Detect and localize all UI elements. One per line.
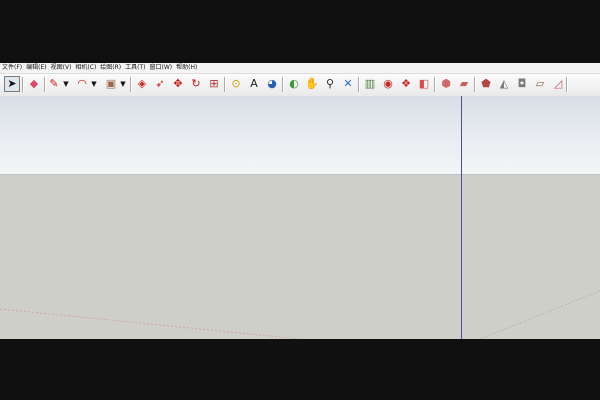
rotate-tool-icon: ↻: [191, 77, 201, 90]
eraser-tool-icon: ◆: [29, 77, 39, 90]
front-view-button[interactable]: ⬟: [478, 76, 494, 92]
left-view-button[interactable]: ▱: [532, 76, 548, 92]
sketchup-window: 文件(F) 编辑(E) 视图(V) 相机(C) 绘图(R) 工具(T) 窗口(W…: [0, 63, 600, 339]
menu-bar: 文件(F) 编辑(E) 视图(V) 相机(C) 绘图(R) 工具(T) 窗口(W…: [0, 63, 600, 73]
front-view-icon: ⬟: [481, 77, 491, 90]
orbit-tool-button[interactable]: ◐: [286, 76, 302, 92]
rectangle-tool-button[interactable]: ▣: [103, 76, 119, 92]
arc-tool-icon: ◠: [77, 77, 87, 90]
paint-bucket-icon: ◕: [267, 77, 277, 90]
arc-tool-button[interactable]: ◠: [74, 76, 90, 92]
zoom-tool-icon: ⚲: [325, 77, 335, 90]
menu-window[interactable]: 窗口(W): [148, 63, 175, 73]
green-axis-dotted: [479, 290, 600, 339]
select-tool-icon: ➤: [7, 77, 17, 90]
toolbar-separator: [224, 77, 226, 92]
toolbar-separator: [474, 77, 476, 92]
tape-measure-icon: ⊙: [231, 77, 241, 90]
share-model-icon: ◧: [418, 77, 430, 90]
toolbar-separator: [130, 77, 132, 92]
pan-tool-icon: ✋: [305, 77, 319, 90]
3d-warehouse-button[interactable]: ❖: [398, 76, 414, 92]
tape-measure-button[interactable]: ⊙: [228, 76, 244, 92]
scale-tool-icon: ⊞: [209, 77, 219, 90]
materials-icon: ◉: [383, 77, 393, 90]
main-toolbar: ➤ ◆ ✎ ▼ ◠ ▼ ▣ ▼ ◈ ➶ ✥ ↻ ⊞ ⊙ A ◕ ◐ ✋ ⚲ ✕ …: [0, 73, 600, 97]
pan-tool-button[interactable]: ✋: [304, 76, 320, 92]
toolbar-separator: [282, 77, 284, 92]
move-tool-button[interactable]: ✥: [170, 76, 186, 92]
pencil-tool-button[interactable]: ✎: [46, 76, 62, 92]
materials-button[interactable]: ◉: [380, 76, 396, 92]
menu-draw[interactable]: 绘图(R): [98, 63, 123, 73]
menu-file[interactable]: 文件(F): [0, 63, 24, 73]
menu-tools[interactable]: 工具(T): [123, 63, 147, 73]
menu-help[interactable]: 帮助(H): [174, 63, 199, 73]
menu-view[interactable]: 视图(V): [49, 63, 74, 73]
red-axis-dotted: [0, 308, 301, 339]
components-icon: ▥: [364, 77, 376, 90]
zoom-extents-button[interactable]: ✕: [340, 76, 356, 92]
3d-viewport[interactable]: [0, 96, 600, 339]
iso-view-icon: ⬢: [441, 77, 451, 90]
bottom-view-button[interactable]: ◿: [550, 76, 566, 92]
top-view-button[interactable]: ▰: [456, 76, 472, 92]
bottom-view-icon: ◿: [553, 77, 563, 90]
pencil-tool-icon: ✎: [49, 77, 59, 90]
menu-camera[interactable]: 相机(C): [73, 63, 98, 73]
text-tool-icon: A: [250, 77, 258, 90]
back-view-icon: ◘: [517, 77, 527, 90]
letterbox-top: [0, 0, 600, 63]
select-tool-button[interactable]: ➤: [4, 76, 20, 92]
toolbar-separator: [566, 77, 568, 92]
toolbar-separator: [22, 77, 24, 92]
letterbox-bottom: [0, 339, 600, 400]
push-pull-tool-button[interactable]: ◈: [134, 76, 150, 92]
3d-warehouse-icon: ❖: [401, 77, 411, 90]
blue-vertical-axis: [461, 96, 462, 339]
top-view-icon: ▰: [459, 77, 469, 90]
right-view-button[interactable]: ◭: [496, 76, 512, 92]
zoom-tool-button[interactable]: ⚲: [322, 76, 338, 92]
text-tool-button[interactable]: A: [246, 76, 262, 92]
arc-dropdown-caret[interactable]: ▼: [90, 76, 98, 92]
orbit-tool-icon: ◐: [289, 77, 299, 90]
components-button[interactable]: ▥: [362, 76, 378, 92]
zoom-extents-icon: ✕: [343, 77, 353, 90]
share-model-button[interactable]: ◧: [416, 76, 432, 92]
right-view-icon: ◭: [499, 77, 509, 90]
follow-me-tool-button[interactable]: ➶: [152, 76, 168, 92]
back-view-button[interactable]: ◘: [514, 76, 530, 92]
iso-view-button[interactable]: ⬢: [438, 76, 454, 92]
left-view-icon: ▱: [535, 77, 545, 90]
paint-bucket-button[interactable]: ◕: [264, 76, 280, 92]
rotate-tool-button[interactable]: ↻: [188, 76, 204, 92]
menu-edit[interactable]: 编辑(E): [24, 63, 48, 73]
move-tool-icon: ✥: [173, 77, 183, 90]
shape-dropdown-caret[interactable]: ▼: [119, 76, 127, 92]
axes-overlay: [0, 290, 600, 339]
push-pull-tool-icon: ◈: [137, 77, 147, 90]
follow-me-tool-icon: ➶: [155, 77, 165, 90]
toolbar-separator: [358, 77, 360, 92]
toolbar-separator: [434, 77, 436, 92]
scale-tool-button[interactable]: ⊞: [206, 76, 222, 92]
pencil-dropdown-caret[interactable]: ▼: [62, 76, 70, 92]
eraser-tool-button[interactable]: ◆: [26, 76, 42, 92]
rectangle-tool-icon: ▣: [105, 77, 117, 90]
